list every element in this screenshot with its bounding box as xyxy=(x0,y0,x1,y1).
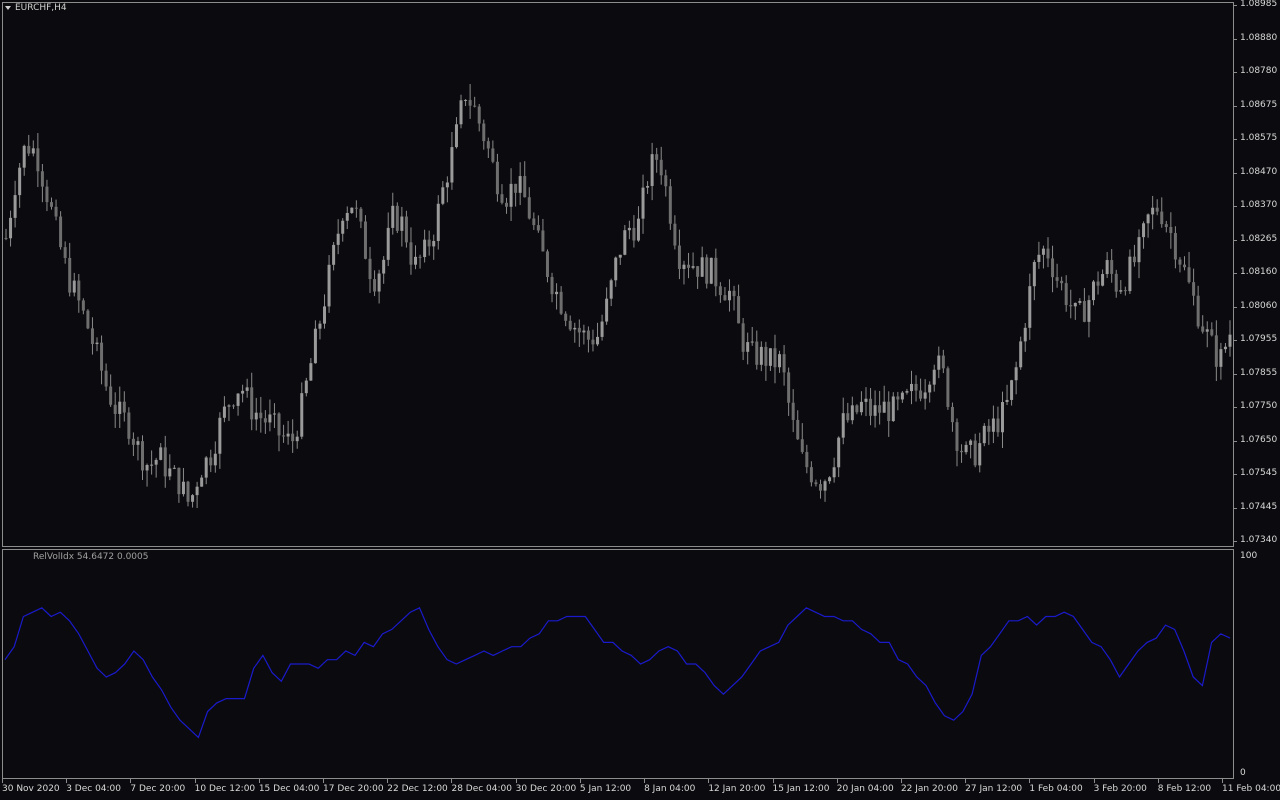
time-scale-label: 30 Dec 20:00 xyxy=(515,784,577,794)
time-scale-label: 30 Nov 2020 xyxy=(2,784,60,794)
price-scale-tick xyxy=(1233,105,1237,107)
time-scale-tick xyxy=(2,779,3,783)
price-scale-tick xyxy=(1233,273,1237,274)
time-scale-tick xyxy=(258,779,260,783)
time-scale-label: 22 Dec 12:00 xyxy=(387,784,448,794)
time-scale-tick xyxy=(1093,779,1095,783)
time-scale-label: 17 Dec 20:00 xyxy=(323,784,384,794)
time-scale-tick xyxy=(579,779,581,783)
time-scale-tick xyxy=(772,779,774,783)
symbol-text: EURCHF,H4 xyxy=(15,3,67,13)
time-scale-tick xyxy=(965,779,967,783)
price-scale-label: 1.07855 xyxy=(1240,367,1278,378)
time-scale-label: 15 Jan 12:00 xyxy=(772,784,830,794)
time-scale-label: 5 Jan 12:00 xyxy=(579,784,632,794)
price-scale-tick xyxy=(1233,474,1237,475)
time-scale-tick xyxy=(1029,779,1031,783)
price-scale-tick xyxy=(1233,340,1237,341)
indicator-chart-svg xyxy=(4,606,1231,739)
price-scale-label: 1.08160 xyxy=(1240,267,1278,277)
time-scale-label: 8 Feb 12:00 xyxy=(1157,784,1212,794)
price-scale-tick xyxy=(1233,172,1237,174)
price-scale-label: 1.08370 xyxy=(1240,200,1278,210)
price-scale-tick xyxy=(1233,206,1237,207)
indicator-line xyxy=(4,606,1231,739)
price-scale-label: 1.07955 xyxy=(1240,334,1278,344)
time-scale-tick xyxy=(1157,779,1159,783)
time-scale-tick xyxy=(66,779,68,783)
time-scale-tick xyxy=(387,779,389,783)
price-scale-tick xyxy=(1233,5,1237,6)
price-scale-label: 1.07340 xyxy=(1240,535,1278,545)
time-scale-tick xyxy=(900,779,902,783)
price-scale-tick xyxy=(1233,407,1237,408)
price-scale-label: 1.08470 xyxy=(1240,166,1278,177)
time-scale-label: 22 Jan 20:00 xyxy=(900,784,958,794)
time-scale-label: 3 Dec 04:00 xyxy=(66,784,122,794)
time-scale-label: 20 Jan 04:00 xyxy=(836,784,894,794)
price-scale-label: 1.07650 xyxy=(1240,434,1278,445)
time-scale-tick xyxy=(708,779,710,783)
price-scale-label: 1.08060 xyxy=(1240,300,1278,311)
time-scale-label: 3 Feb 20:00 xyxy=(1093,784,1147,794)
time-scale-tick xyxy=(323,779,325,783)
price-scale-tick xyxy=(1233,507,1237,509)
price-scale-tick xyxy=(1233,239,1237,241)
time-scale-tick xyxy=(194,779,196,783)
price-scale-label: 1.08780 xyxy=(1240,66,1278,76)
time-scale-label: 11 Feb 04:00 xyxy=(1222,784,1280,794)
time-scale-label: 8 Jan 04:00 xyxy=(644,784,696,794)
price-scale-label: 1.07750 xyxy=(1240,401,1278,411)
time-scale-tick xyxy=(130,779,132,783)
time-scale-tick xyxy=(836,779,838,783)
time-scale-label: 12 Jan 20:00 xyxy=(708,784,766,794)
price-scale-label: 1.07545 xyxy=(1240,468,1278,478)
time-scale-tick xyxy=(451,779,453,783)
price-scale-label: 1.08985 xyxy=(1240,0,1278,9)
chevron-down-icon[interactable] xyxy=(5,5,11,10)
price-scale-label: 1.08265 xyxy=(1240,233,1278,244)
time-scale-label: 1 Feb 04:00 xyxy=(1029,784,1083,794)
time-scale-tick xyxy=(515,779,517,783)
time-scale-tick xyxy=(1222,779,1223,783)
price-scale-label: 1.08880 xyxy=(1240,32,1278,43)
price-scale-tick xyxy=(1233,541,1237,542)
time-scale-tick xyxy=(644,779,646,783)
time-scale-label: 15 Dec 04:00 xyxy=(258,784,320,794)
price-scale-label: 1.07445 xyxy=(1240,501,1278,512)
time-scale-label: 27 Jan 12:00 xyxy=(965,784,1023,794)
price-scale-label: 1.08575 xyxy=(1240,133,1278,143)
indicator-label: RelVolIdx 54.6472 0.0005 xyxy=(33,552,149,562)
time-scale-label: 10 Dec 12:00 xyxy=(194,784,256,794)
price-scale-tick xyxy=(1233,440,1237,442)
time-scale-label: 7 Dec 20:00 xyxy=(130,784,186,794)
price-scale-tick xyxy=(1233,38,1237,40)
price-scale-tick xyxy=(1233,306,1237,308)
price-scale-label: 1.08675 xyxy=(1240,99,1278,110)
time-scale-label: 28 Dec 04:00 xyxy=(451,784,512,794)
price-scale-tick xyxy=(1233,373,1237,375)
indicator-scale-min: 0 xyxy=(1240,768,1246,778)
indicator-scale-max: 100 xyxy=(1240,551,1258,561)
symbol-label[interactable]: EURCHF,H4 xyxy=(5,3,67,13)
price-scale-tick xyxy=(1233,72,1237,73)
price-scale-tick xyxy=(1233,139,1237,140)
